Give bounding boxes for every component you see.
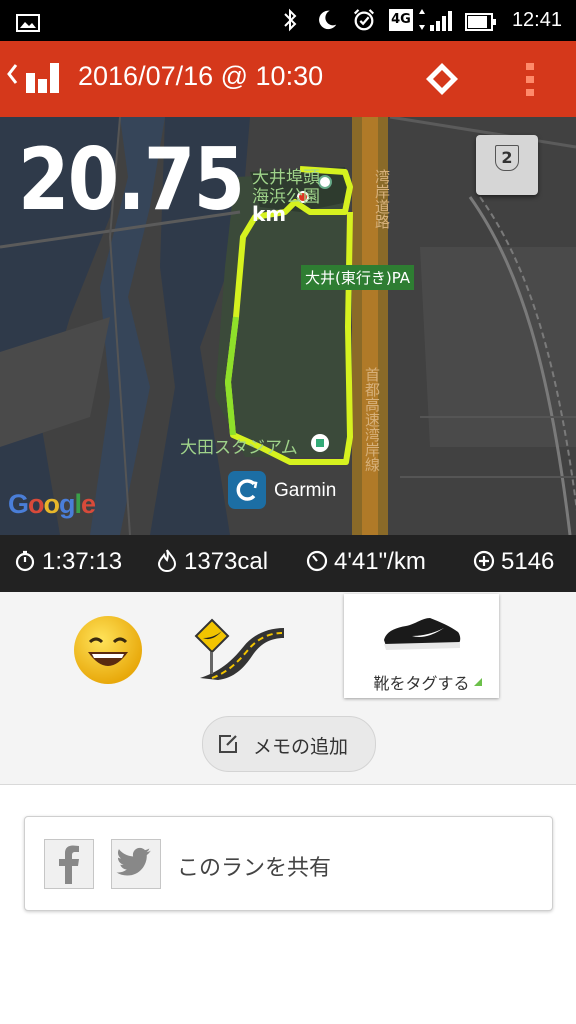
tag-row: 靴をタグする xyxy=(0,592,576,705)
stat-pace-value: 4'41"/km xyxy=(334,548,426,575)
stats-bar: 1:37:13 1373cal 4'41"/km 5146 xyxy=(0,535,576,592)
distance-value: 20.75 xyxy=(18,130,245,230)
map-label-pa: 大井(東行き)PA xyxy=(301,265,415,290)
google-logo: Google xyxy=(8,489,96,519)
edit-note-icon xyxy=(219,735,237,753)
add-memo-button[interactable]: メモの追加 xyxy=(202,716,376,772)
back-button[interactable] xyxy=(6,61,18,94)
memo-row: メモの追加 xyxy=(0,704,576,785)
shoe-icon xyxy=(384,618,461,650)
speedometer-icon xyxy=(306,550,328,572)
flame-icon xyxy=(157,549,177,572)
bluetooth-icon xyxy=(284,8,297,32)
stat-duration-value: 1:37:13 xyxy=(42,548,123,575)
fuel-plus-icon xyxy=(473,550,495,572)
stat-calories-value: 1373cal xyxy=(184,548,269,575)
image-icon xyxy=(16,14,40,32)
status-time: 12:41 xyxy=(511,9,562,31)
stopwatch-icon xyxy=(15,550,35,572)
share-run-label: このランを共有 xyxy=(177,856,332,881)
map-label-expressway: 首都高速湾岸線 xyxy=(363,367,381,472)
facebook-icon[interactable] xyxy=(44,839,94,889)
page-title: 2016/07/16 @ 10:30 xyxy=(78,61,324,91)
signal-icon xyxy=(419,9,452,31)
road-icon[interactable] xyxy=(194,618,286,680)
garmin-label: Garmin xyxy=(274,480,337,501)
status-bar: 4G 12:41 xyxy=(0,0,576,41)
stat-duration: 1:37:13 xyxy=(14,548,122,576)
alarm-icon xyxy=(353,9,375,31)
share-card[interactable]: このランを共有 xyxy=(24,816,553,911)
4g-icon: 4G xyxy=(389,9,413,31)
lap-badge-count: 2 xyxy=(495,145,519,171)
shoe-tag-card[interactable]: 靴をタグする xyxy=(344,594,499,698)
app-bar: 2016/07/16 @ 10:30 xyxy=(0,41,576,117)
battery-icon xyxy=(465,13,496,31)
stat-calories: 1373cal xyxy=(156,548,268,576)
map-label-road: 湾岸道路 xyxy=(373,169,391,229)
add-memo-label: メモの追加 xyxy=(253,736,349,758)
garmin-connect-icon xyxy=(228,471,266,509)
chevron-left-icon xyxy=(7,64,18,84)
diamond-icon[interactable] xyxy=(424,61,460,97)
twitter-icon[interactable] xyxy=(111,839,161,889)
stat-fuel: 5146 xyxy=(473,548,554,576)
more-vert-icon[interactable] xyxy=(524,61,536,97)
stat-pace: 4'41"/km xyxy=(306,548,426,576)
moon-icon xyxy=(319,10,337,30)
map-label-stadium: 大田スタジアム xyxy=(180,438,298,458)
distance-unit: km xyxy=(252,202,287,226)
map-label-park-line1: 大井埠頭 xyxy=(252,168,320,188)
corner-triangle-icon xyxy=(474,678,482,686)
stat-fuel-value: 5146 xyxy=(501,548,555,575)
smile-face-icon[interactable] xyxy=(72,614,144,686)
lap-badge[interactable]: 2 xyxy=(476,135,538,195)
stats-bars-icon[interactable] xyxy=(25,59,65,95)
